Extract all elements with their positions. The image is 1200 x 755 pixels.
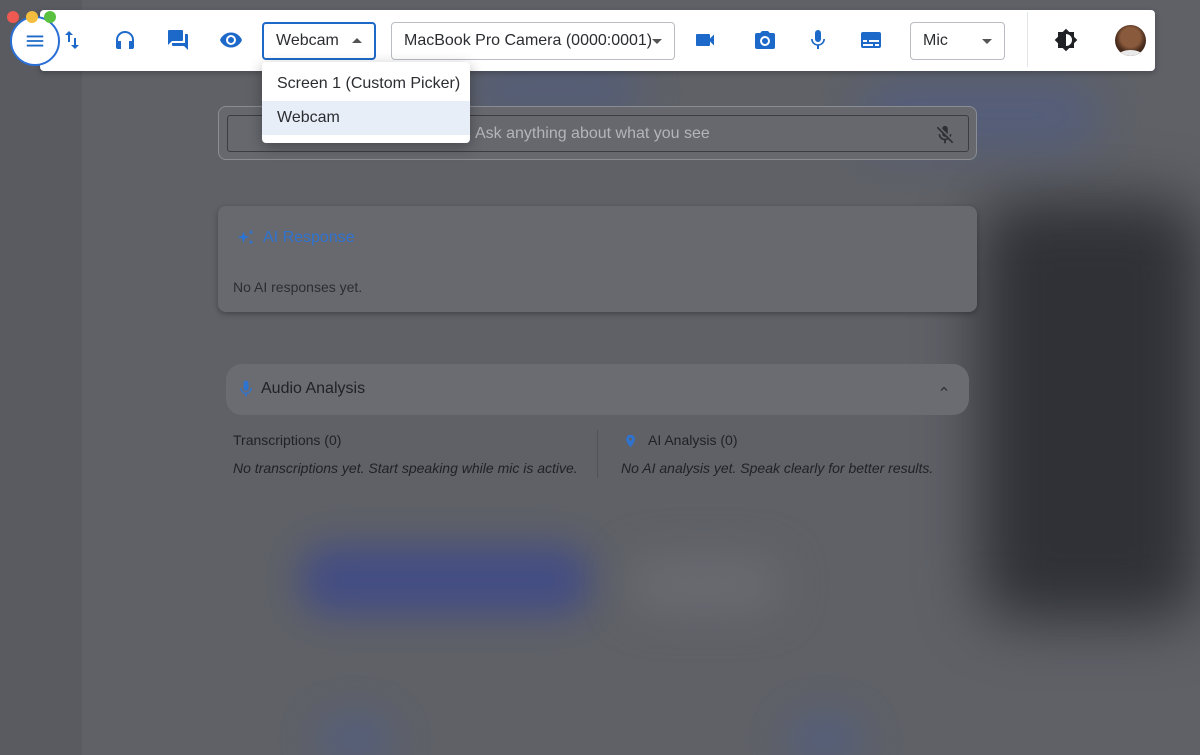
ai-response-title: AI Response: [263, 229, 355, 246]
user-avatar[interactable]: [1115, 25, 1146, 56]
audio-analysis-header[interactable]: Audio Analysis: [226, 364, 969, 415]
audio-analysis-title: Audio Analysis: [261, 380, 366, 397]
ai-response-empty-text: No AI responses yet.: [233, 279, 363, 295]
dropdown-option-screen[interactable]: Screen 1 (Custom Picker): [262, 67, 470, 101]
caret-up-icon: [352, 38, 362, 43]
headphones-icon[interactable]: [113, 28, 137, 52]
source-select[interactable]: Webcam: [262, 22, 376, 60]
chevron-up-icon[interactable]: [937, 382, 951, 396]
location-pin-icon: [623, 432, 638, 450]
window-close-button[interactable]: [7, 11, 19, 23]
eye-icon[interactable]: [219, 28, 243, 52]
mic-off-icon[interactable]: [934, 124, 956, 146]
subtitles-icon[interactable]: [859, 28, 883, 52]
background-blur-shape: [320, 720, 390, 755]
chat-icon[interactable]: [166, 28, 190, 52]
sort-arrows-icon[interactable]: [60, 28, 84, 52]
videocam-icon[interactable]: [693, 28, 717, 52]
avatar-shirt: [1119, 50, 1142, 56]
window-minimize-button[interactable]: [26, 11, 38, 23]
ai-response-card: AI Response No AI responses yet.: [218, 206, 977, 312]
source-select-value: Webcam: [276, 32, 339, 49]
transcriptions-title: Transcriptions (0): [233, 432, 342, 448]
source-dropdown-menu: Screen 1 (Custom Picker) Webcam: [262, 62, 470, 143]
menu-button[interactable]: [10, 16, 60, 66]
ai-analysis-title: AI Analysis (0): [648, 432, 738, 448]
transcriptions-empty-text: No transcriptions yet. Start speaking wh…: [233, 460, 578, 476]
caret-down-icon: [652, 39, 662, 44]
background-panel-left: [0, 0, 82, 755]
background-blur-shape: [790, 720, 860, 755]
dropdown-option-webcam[interactable]: Webcam: [262, 101, 470, 135]
camera-select-value: MacBook Pro Camera (0000:0001): [404, 32, 653, 49]
sparkle-icon: [236, 228, 256, 248]
column-divider: [597, 430, 598, 478]
mic-icon: [236, 379, 256, 399]
caret-down-icon: [982, 39, 992, 44]
mic-select-value: Mic: [923, 32, 948, 49]
mic-select[interactable]: Mic: [910, 22, 1005, 60]
audio-analysis-body: Transcriptions (0) No transcriptions yet…: [226, 415, 969, 495]
ai-analysis-empty-text: No AI analysis yet. Speak clearly for be…: [621, 460, 934, 476]
background-blur-shape: [300, 545, 590, 615]
toolbar-divider: [1027, 12, 1028, 67]
background-blur-shape: [470, 70, 640, 110]
hamburger-icon: [24, 30, 46, 52]
camera-select[interactable]: MacBook Pro Camera (0000:0001): [391, 22, 675, 60]
camera-icon[interactable]: [753, 28, 777, 52]
mic-icon[interactable]: [806, 28, 830, 52]
background-shadow-right: [980, 200, 1200, 620]
window-zoom-button[interactable]: [44, 11, 56, 23]
brightness-icon[interactable]: [1054, 28, 1078, 52]
background-blur-shape: [630, 560, 780, 610]
